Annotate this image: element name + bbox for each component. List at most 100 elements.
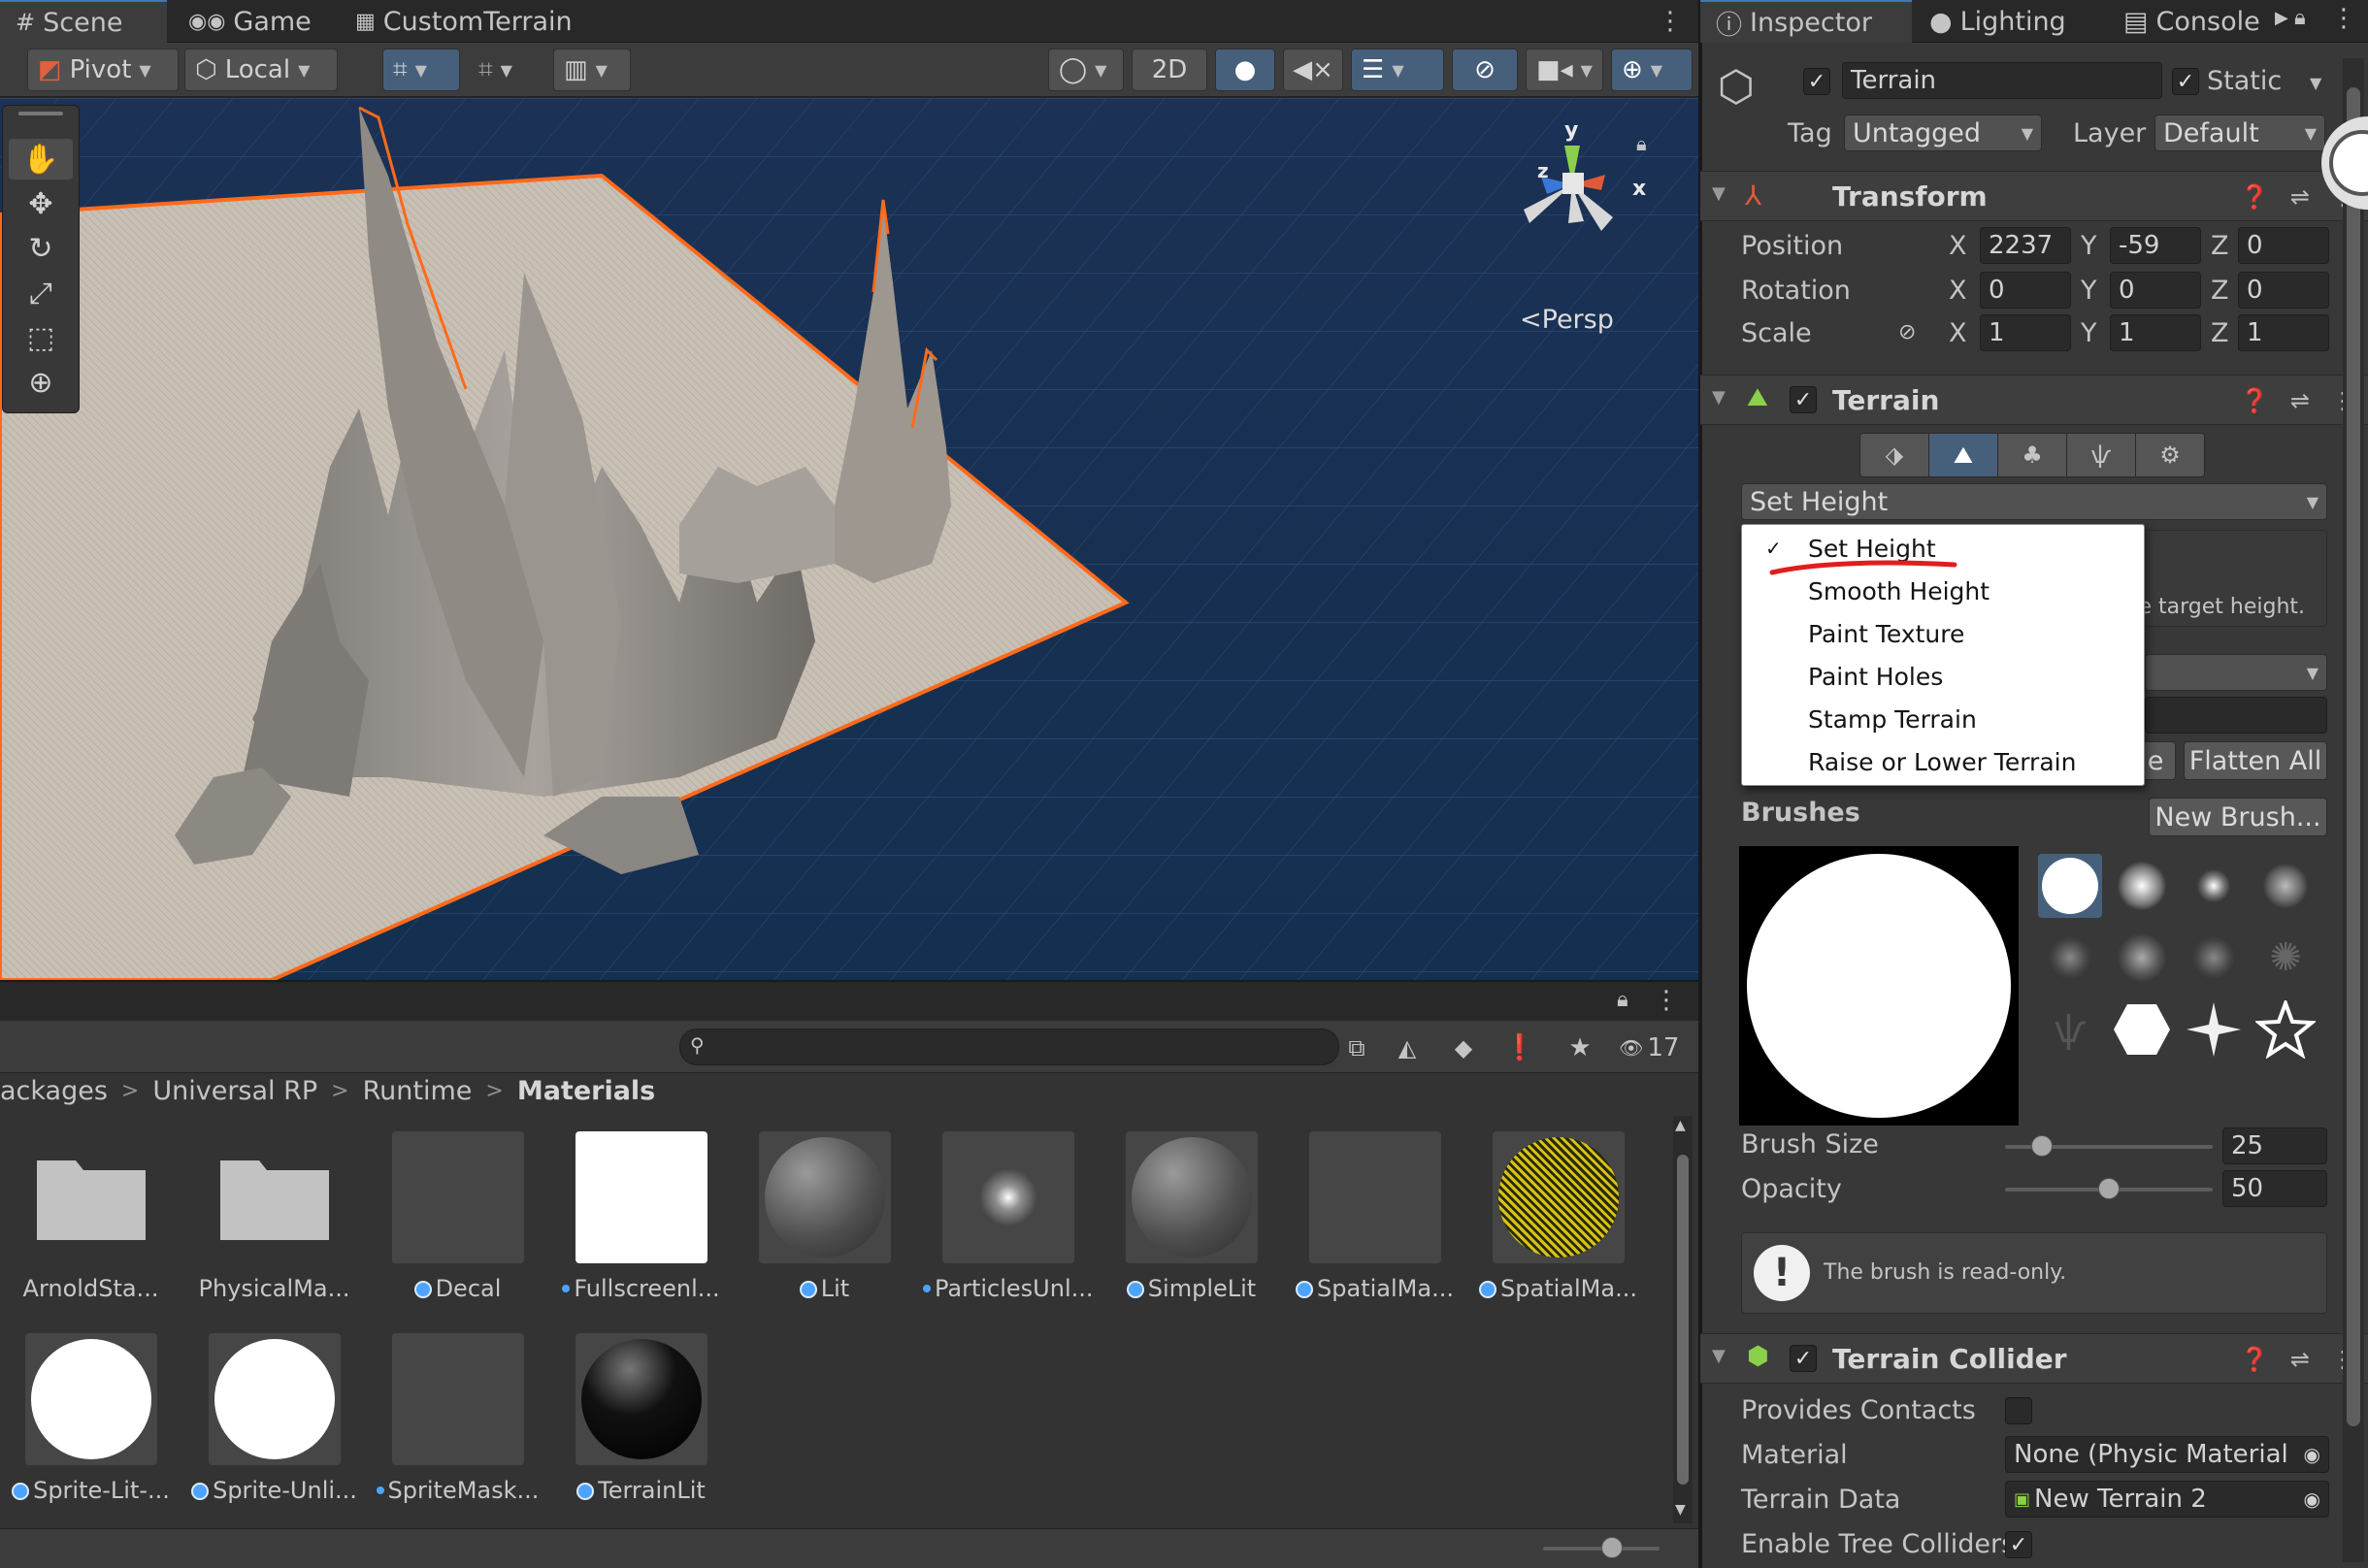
- asset-item[interactable]: Fullscreenl...: [556, 1131, 726, 1316]
- scroll-thumb[interactable]: [1677, 1155, 1689, 1485]
- brush-size-knob[interactable]: [2031, 1135, 2053, 1157]
- position-x-field[interactable]: 2237: [1980, 227, 2071, 264]
- scale-y-field[interactable]: 1: [2110, 314, 2201, 351]
- menu-item[interactable]: Raise or Lower Terrain: [1742, 740, 2144, 783]
- tab-custom-terrain[interactable]: ▦ CustomTerrain: [340, 0, 592, 43]
- material-object-field[interactable]: None (Physic Material ◉: [2005, 1436, 2329, 1473]
- brush-noise-3[interactable]: [2182, 926, 2246, 990]
- increment-snap-toggle[interactable]: ▥ ▼: [553, 49, 631, 91]
- brush-small-soft[interactable]: [2182, 854, 2246, 918]
- brush-soft-round[interactable]: [2110, 854, 2174, 918]
- brush-grass[interactable]: ѱ: [2038, 997, 2102, 1062]
- preset-sliders-icon[interactable]: ⇌: [2290, 387, 2310, 414]
- asset-item[interactable]: Sprite-Lit-...: [6, 1333, 176, 1518]
- object-picker-icon[interactable]: ◉: [2304, 1487, 2320, 1511]
- asset-item[interactable]: SpatialMa...: [1290, 1131, 1460, 1316]
- height-space-dropdown[interactable]: ▼: [2145, 654, 2327, 691]
- filter-type-icon[interactable]: ◭: [1390, 1030, 1425, 1065]
- asset-item[interactable]: PhysicalMa...: [189, 1131, 359, 1316]
- asset-item[interactable]: SimpleLit: [1106, 1131, 1276, 1316]
- pivot-dropdown[interactable]: ◩ Pivot ▼: [27, 49, 179, 91]
- rotation-x-field[interactable]: 0: [1980, 272, 2071, 309]
- favorite-star-icon[interactable]: ★: [1562, 1030, 1597, 1065]
- position-y-field[interactable]: -59: [2110, 227, 2201, 264]
- tab-game[interactable]: ◉◉ Game: [173, 0, 338, 43]
- more-options-icon[interactable]: ⋮: [1654, 986, 1679, 1015]
- asset-item[interactable]: Decal: [373, 1131, 543, 1316]
- opacity-slider[interactable]: [2005, 1178, 2213, 1201]
- mode-2d-toggle[interactable]: 2D: [1132, 49, 1207, 91]
- scroll-down-icon[interactable]: ▼: [1675, 1502, 1686, 1518]
- help-icon[interactable]: ❓: [2240, 1346, 2269, 1373]
- more-options-icon[interactable]: ⋮: [2331, 4, 2356, 33]
- warning-filter-icon[interactable]: ❗: [1502, 1030, 1537, 1065]
- paint-terrain-button[interactable]: ⛰: [1929, 434, 1998, 476]
- opacity-knob[interactable]: [2098, 1178, 2120, 1199]
- lock-icon[interactable]: 🔒︎: [2294, 6, 2306, 30]
- gizmos-dropdown[interactable]: ⊕ ▼: [1611, 49, 1693, 91]
- scene-visibility-toggle[interactable]: ⊘: [1452, 49, 1518, 91]
- tab-console[interactable]: ▤ Console: [2108, 0, 2271, 43]
- menu-item[interactable]: Paint Texture: [1742, 612, 2144, 655]
- preset-sliders-icon[interactable]: ⇌: [2290, 183, 2310, 211]
- terrain-data-object-field[interactable]: ▣ New Terrain 2 ◉: [2005, 1481, 2329, 1518]
- tab-scene[interactable]: # Scene: [0, 0, 167, 43]
- grid-snap-toggle[interactable]: ⌗ ▼: [382, 49, 460, 91]
- gameobject-cube-icon[interactable]: ⬡: [1712, 60, 1760, 113]
- scroll-thumb[interactable]: [2347, 87, 2360, 1426]
- breadcrumb-materials[interactable]: Materials: [517, 1076, 655, 1106]
- asset-item[interactable]: Sprite-Unli...: [189, 1333, 359, 1518]
- tag-dropdown[interactable]: Untagged ▼: [1844, 114, 2042, 151]
- asset-item[interactable]: TerrainLit: [556, 1333, 726, 1518]
- height-value-field[interactable]: [2145, 697, 2327, 734]
- camera-dropdown[interactable]: ■◂ ▼: [1526, 49, 1603, 91]
- brush-starburst[interactable]: [2182, 997, 2246, 1062]
- foldout-arrow-icon[interactable]: ▼: [1712, 387, 1726, 408]
- snap-increment-toggle[interactable]: ⌗ ▼: [468, 49, 545, 91]
- breadcrumb-universal-rp[interactable]: Universal RP: [152, 1076, 317, 1106]
- foldout-arrow-icon[interactable]: ▼: [1712, 1346, 1726, 1366]
- lock-icon[interactable]: 🔒︎: [1617, 988, 1628, 1012]
- breadcrumb-packages[interactable]: ackages: [0, 1076, 108, 1106]
- brush-swirl[interactable]: ✺: [2253, 926, 2318, 990]
- lighting-toggle[interactable]: ●: [1215, 49, 1275, 91]
- thumbnail-size-knob[interactable]: [1601, 1537, 1623, 1558]
- provides-contacts-checkbox[interactable]: [2005, 1397, 2032, 1424]
- scale-x-field[interactable]: 1: [1980, 314, 2071, 351]
- brush-cloud[interactable]: [2253, 854, 2318, 918]
- terrain-header[interactable]: ▼ ⛰ ✓ Terrain ❓ ⇌ ⋮: [1700, 375, 2368, 425]
- terrain-tool-dropdown[interactable]: Set Height ▼: [1741, 483, 2327, 520]
- active-checkbox[interactable]: ✓: [1803, 68, 1830, 95]
- label-tag-icon[interactable]: ◆: [1446, 1030, 1481, 1065]
- position-z-field[interactable]: 0: [2238, 227, 2329, 264]
- palette-grip[interactable]: [18, 112, 63, 115]
- effects-dropdown[interactable]: ☰ ▼: [1351, 49, 1444, 91]
- brush-hard-round[interactable]: [2038, 854, 2102, 918]
- terrain-enabled-checkbox[interactable]: ✓: [1790, 386, 1817, 413]
- brush-noise-1[interactable]: [2038, 926, 2102, 990]
- preset-sliders-icon[interactable]: ⇌: [2290, 1346, 2310, 1373]
- brush-size-field[interactable]: 25: [2222, 1127, 2327, 1164]
- scene-viewport[interactable]: [0, 98, 1698, 980]
- orientation-gizmo[interactable]: y z x: [1504, 116, 1646, 272]
- menu-item[interactable]: Paint Holes: [1742, 655, 2144, 698]
- tab-lighting[interactable]: ● Lighting: [1914, 0, 2106, 43]
- create-neighbor-button[interactable]: ⬗: [1860, 434, 1929, 476]
- transform-header[interactable]: ▼ ⅄ Transform ❓ ⇌ ⋮: [1700, 171, 2368, 221]
- hand-tool[interactable]: ✋: [9, 139, 73, 180]
- rect-tool[interactable]: ⬚: [9, 317, 73, 358]
- draw-mode-dropdown[interactable]: ◯ ▼: [1048, 49, 1124, 91]
- inspector-scrollbar[interactable]: [2343, 58, 2364, 1562]
- more-options-icon[interactable]: ⋮: [1656, 4, 1685, 39]
- layer-dropdown[interactable]: Default ▼: [2154, 114, 2325, 151]
- enable-tree-colliders-checkbox[interactable]: ✓: [2005, 1531, 2032, 1558]
- static-checkbox[interactable]: ✓: [2172, 68, 2199, 95]
- chevron-right-icon[interactable]: ▶: [2275, 8, 2288, 28]
- brush-size-slider[interactable]: [2005, 1135, 2213, 1159]
- asset-item[interactable]: ArnoldSta...: [6, 1131, 176, 1316]
- brush-noise-2[interactable]: [2110, 926, 2174, 990]
- paint-details-button[interactable]: ѱ: [2067, 434, 2136, 476]
- project-scrollbar[interactable]: [1673, 1116, 1693, 1523]
- asset-item[interactable]: ParticlesUnl...: [923, 1131, 1093, 1316]
- chevron-down-icon[interactable]: ▼: [2310, 74, 2321, 92]
